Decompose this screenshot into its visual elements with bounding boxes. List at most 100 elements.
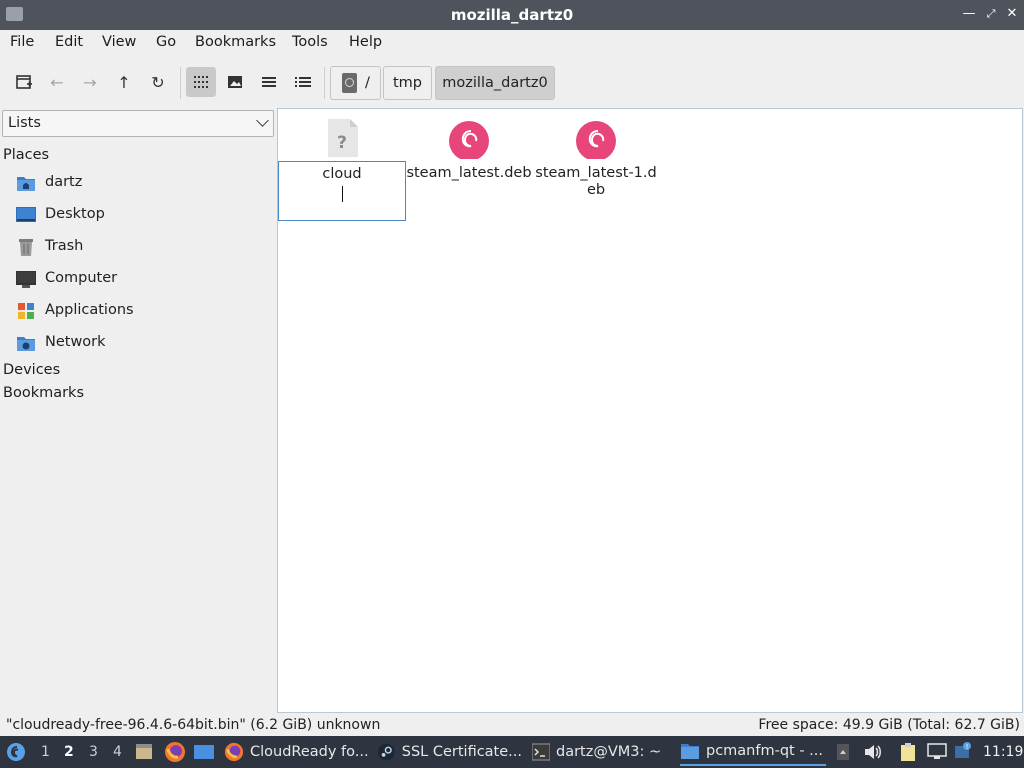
terminal-icon bbox=[532, 743, 550, 761]
text-cursor bbox=[342, 186, 343, 202]
task-terminal[interactable]: dartz@VM3: ~ bbox=[532, 738, 662, 766]
path-button-tmp[interactable]: tmp bbox=[383, 66, 432, 100]
computer-icon bbox=[16, 271, 36, 288]
task-label: dartz@VM3: ~ bbox=[556, 744, 662, 760]
volume-icon[interactable] bbox=[863, 742, 883, 762]
start-menu-icon[interactable] bbox=[6, 736, 26, 768]
clipboard-icon[interactable] bbox=[899, 742, 919, 762]
launcher-files-icon[interactable] bbox=[134, 736, 154, 768]
status-free-space: Free space: 49.9 GiB (Total: 62.7 GiB) bbox=[758, 717, 1020, 733]
task-label: pcmanfm-qt - ... bbox=[706, 743, 824, 759]
workspace-4[interactable]: 4 bbox=[113, 744, 122, 760]
clock[interactable]: 11:19 bbox=[983, 744, 1023, 760]
menu-bar: File Edit View Go Bookmarks Tools Help bbox=[0, 30, 1024, 56]
maximize-icon[interactable]: ⤢ bbox=[982, 5, 1000, 23]
workspace-1[interactable]: 1 bbox=[41, 744, 50, 760]
desktop-icon bbox=[16, 207, 36, 222]
bookmarks-header[interactable]: Bookmarks bbox=[3, 385, 84, 401]
forward-icon[interactable]: → bbox=[75, 67, 105, 97]
svg-text:?: ? bbox=[337, 133, 347, 153]
debian-package-icon bbox=[576, 121, 616, 159]
path-button-current[interactable]: mozilla_dartz0 bbox=[435, 66, 555, 100]
menu-tools[interactable]: Tools bbox=[292, 34, 328, 50]
workspace-3[interactable]: 3 bbox=[89, 744, 98, 760]
sidebar-item-network[interactable]: Network bbox=[16, 331, 266, 355]
sidebar-item-label: Desktop bbox=[45, 206, 105, 222]
launcher-firefox-icon[interactable] bbox=[164, 736, 186, 768]
up-icon[interactable]: ↑ bbox=[109, 67, 139, 97]
taskbar: 1 2 3 4 CloudReady fo... SSL Certificate… bbox=[0, 736, 1024, 768]
status-bar: "cloudready-free-96.4.6-64bit.bin" (6.2 … bbox=[0, 714, 1024, 736]
sidebar-item-label: Network bbox=[45, 334, 106, 350]
file-item-cloud[interactable]: ? cloud bbox=[278, 111, 406, 223]
folder-view[interactable]: ? cloud steam_latest.deb steam_latest-1.… bbox=[277, 108, 1023, 713]
task-label: SSL Certificate... bbox=[401, 744, 522, 760]
menu-bookmarks[interactable]: Bookmarks bbox=[195, 34, 276, 50]
tray-arrow-icon[interactable] bbox=[836, 742, 856, 762]
side-pane-mode-label: Lists bbox=[8, 115, 41, 131]
path-tmp-label: tmp bbox=[392, 75, 422, 91]
file-item-steam-latest-deb[interactable]: steam_latest.deb bbox=[405, 111, 533, 211]
menu-edit[interactable]: Edit bbox=[55, 34, 83, 50]
update-notifier-icon[interactable]: ! bbox=[954, 742, 974, 762]
toolbar: ← → ↑ ↻ / tmp mozilla_dartz0 bbox=[0, 58, 1024, 106]
file-name: steam_latest-1.deb bbox=[535, 165, 657, 198]
devices-header[interactable]: Devices bbox=[3, 362, 60, 378]
sidebar-item-dartz[interactable]: dartz bbox=[16, 171, 266, 195]
rename-input[interactable]: cloud bbox=[278, 161, 406, 221]
file-item-steam-latest-1-deb[interactable]: steam_latest-1.deb bbox=[532, 111, 660, 211]
chevron-down-icon bbox=[256, 114, 269, 127]
toolbar-separator bbox=[324, 67, 325, 99]
sidebar-item-applications[interactable]: Applications bbox=[16, 299, 266, 323]
menu-view[interactable]: View bbox=[102, 34, 136, 50]
steam-icon bbox=[377, 743, 395, 761]
menu-file[interactable]: File bbox=[10, 34, 34, 50]
status-selection-info: "cloudready-free-96.4.6-64bit.bin" (6.2 … bbox=[6, 717, 381, 733]
sidebar-item-computer[interactable]: Computer bbox=[16, 267, 266, 291]
task-pcmanfm-qt[interactable]: pcmanfm-qt - ... bbox=[680, 738, 826, 766]
unknown-file-icon: ? bbox=[328, 119, 358, 157]
rename-input-text: cloud bbox=[322, 166, 362, 182]
sidebar: Lists Places dartz Desktop Trash Compute… bbox=[0, 108, 277, 713]
sidebar-item-label: dartz bbox=[45, 174, 83, 190]
title-bar: mozilla_dartz0 — ⤢ ✕ bbox=[0, 0, 1024, 30]
side-pane-mode-select[interactable]: Lists bbox=[2, 110, 274, 137]
compact-view-icon[interactable] bbox=[254, 67, 284, 97]
drive-icon bbox=[342, 73, 357, 93]
sidebar-item-desktop[interactable]: Desktop bbox=[16, 203, 266, 227]
folder-icon bbox=[681, 744, 699, 759]
new-tab-icon[interactable] bbox=[9, 67, 39, 97]
icon-view-icon[interactable] bbox=[186, 67, 216, 97]
menu-help[interactable]: Help bbox=[349, 34, 382, 50]
sidebar-item-label: Trash bbox=[45, 238, 84, 254]
toolbar-separator bbox=[180, 67, 181, 99]
task-ssl-certificate[interactable]: SSL Certificate... bbox=[377, 738, 522, 766]
network-icon bbox=[17, 337, 35, 351]
back-icon[interactable]: ← bbox=[42, 67, 72, 97]
network-status-icon[interactable] bbox=[927, 742, 947, 762]
task-cloudready-firefox[interactable]: CloudReady fo... bbox=[224, 738, 370, 766]
path-button-root[interactable]: / bbox=[330, 66, 381, 100]
path-root-label: / bbox=[365, 75, 370, 91]
places-header[interactable]: Places bbox=[3, 147, 49, 163]
home-folder-icon bbox=[17, 177, 35, 191]
task-label: CloudReady fo... bbox=[250, 744, 369, 760]
window-title: mozilla_dartz0 bbox=[450, 6, 574, 24]
detailed-list-view-icon[interactable] bbox=[288, 67, 318, 97]
workspace-2[interactable]: 2 bbox=[64, 744, 74, 760]
sidebar-item-trash[interactable]: Trash bbox=[16, 235, 266, 259]
firefox-icon bbox=[224, 742, 244, 762]
svg-text:!: ! bbox=[966, 743, 969, 751]
minimize-icon[interactable]: — bbox=[960, 5, 978, 23]
applications-icon bbox=[18, 303, 34, 319]
thumbnail-view-icon[interactable] bbox=[220, 67, 250, 97]
file-name: steam_latest.deb bbox=[406, 165, 532, 181]
launcher-show-desktop-icon[interactable] bbox=[193, 736, 215, 768]
menu-go[interactable]: Go bbox=[156, 34, 176, 50]
path-current-label: mozilla_dartz0 bbox=[442, 75, 548, 91]
reload-icon[interactable]: ↻ bbox=[143, 67, 173, 97]
sidebar-item-label: Applications bbox=[45, 302, 134, 318]
close-icon[interactable]: ✕ bbox=[1003, 5, 1021, 23]
trash-icon bbox=[19, 239, 33, 256]
debian-package-icon bbox=[449, 121, 489, 159]
